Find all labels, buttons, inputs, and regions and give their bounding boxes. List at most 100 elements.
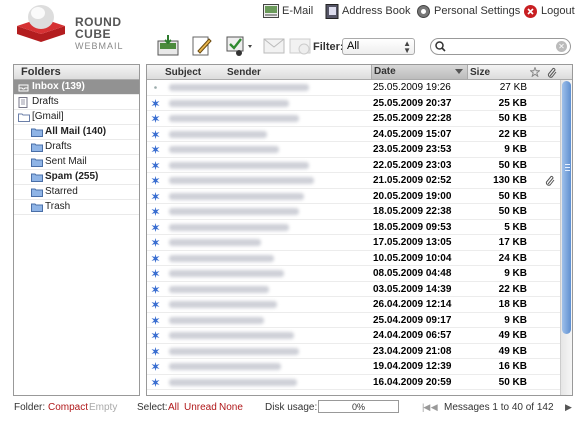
blurred-subject-sender (169, 177, 314, 184)
column-date[interactable]: Date (371, 65, 468, 79)
pager-back-icons[interactable]: |◀ ◀ (422, 402, 438, 413)
unread-status-icon[interactable] (151, 346, 160, 356)
flag-column-icon[interactable] (530, 67, 540, 77)
unread-status-icon[interactable] (151, 222, 160, 232)
unread-status-icon[interactable] (151, 176, 160, 185)
folder-gmail-drafts[interactable]: Drafts (14, 140, 139, 155)
disk-usage-label: Disk usage: (265, 402, 318, 413)
unread-status-icon[interactable] (151, 207, 160, 216)
blurred-subject-sender (169, 146, 279, 153)
table-row[interactable]: 26.04.2009 12:14 18 KB (147, 297, 572, 313)
select-unread-link[interactable]: Unread (184, 402, 217, 413)
unread-status-icon[interactable] (151, 191, 160, 201)
nav-addressbook-link[interactable]: Address Book (325, 2, 410, 20)
table-row[interactable]: 25.05.2009 19:26 27 KB (147, 80, 572, 96)
forward-button[interactable] (286, 33, 314, 59)
table-row[interactable]: 25.05.2009 20:37 25 KB (147, 96, 572, 111)
folder-spam[interactable]: Spam (255) (14, 170, 139, 185)
unread-status-icon[interactable] (151, 300, 160, 309)
row-size: 49 KB (498, 330, 527, 341)
row-size: 25 KB (498, 97, 527, 109)
pager-forward-icons[interactable]: ▶ (565, 402, 572, 413)
nav-settings-link[interactable]: Personal Settings (416, 2, 520, 20)
folder-label: Trash (45, 201, 71, 212)
folder-label: Spam (255) (45, 171, 99, 182)
select-all-link[interactable]: All (168, 402, 179, 413)
message-list-scrollbar[interactable] (560, 80, 572, 395)
unread-status-icon[interactable] (151, 114, 160, 123)
unread-status-icon[interactable] (151, 253, 160, 263)
column-size[interactable]: Size (470, 67, 490, 78)
unread-status-icon[interactable] (151, 284, 160, 294)
table-row[interactable]: 17.05.2009 13:05 17 KB (147, 235, 572, 251)
folder-icon (31, 143, 43, 152)
table-row[interactable]: 20.05.2009 19:00 50 KB (147, 189, 572, 204)
unread-status-icon[interactable] (151, 129, 160, 139)
folder-label: Drafts (45, 141, 72, 152)
table-row[interactable]: 25.04.2009 09:17 9 KB (147, 313, 572, 328)
folder-gmail[interactable]: [Gmail] (14, 110, 139, 125)
unread-status-icon[interactable] (151, 145, 160, 154)
row-date: 23.05.2009 23:53 (373, 144, 452, 155)
mark-menu-button[interactable] (223, 33, 257, 59)
unread-status-icon[interactable] (151, 315, 160, 325)
column-subject[interactable]: Subject (165, 67, 201, 78)
row-size: 50 KB (498, 376, 527, 388)
clear-search-icon[interactable]: ✕ (556, 41, 567, 52)
table-row[interactable]: 22.05.2009 23:03 50 KB (147, 158, 572, 173)
folder-list: Folders Inbox (139) Drafts [Gmail] All M… (13, 64, 140, 396)
folder-label: All Mail (140) (45, 126, 107, 137)
check-mail-button[interactable] (154, 33, 182, 59)
row-date: 24.05.2009 15:07 (373, 128, 452, 140)
table-row[interactable]: 18.05.2009 09:53 5 KB (147, 220, 572, 235)
attachment-column-icon[interactable] (547, 67, 557, 78)
unread-status-icon[interactable] (151, 98, 160, 108)
select-none-link[interactable]: None (219, 402, 243, 413)
table-row[interactable]: 18.05.2009 22:38 50 KB (147, 204, 572, 220)
folder-all-mail[interactable]: All Mail (140) (14, 125, 139, 140)
select-arrows-icon: ▲ ▼ (403, 39, 411, 55)
column-sender[interactable]: Sender (227, 67, 261, 78)
nav-logout-link[interactable]: Logout (523, 2, 575, 20)
nav-email-link[interactable]: E-Mail (263, 2, 313, 20)
table-row[interactable]: 03.05.2009 14:39 22 KB (147, 282, 572, 297)
table-row[interactable]: 08.05.2009 04:48 9 KB (147, 266, 572, 282)
unread-status-icon[interactable] (151, 331, 160, 340)
table-row[interactable]: 24.05.2009 15:07 22 KB (147, 127, 572, 142)
unread-status-icon[interactable] (151, 160, 160, 170)
table-row[interactable]: 25.05.2009 22:28 50 KB (147, 111, 572, 127)
folder-starred[interactable]: Starred (14, 185, 139, 200)
reply-button[interactable] (260, 33, 288, 59)
scrollbar-thumb[interactable] (562, 81, 571, 334)
folder-inbox[interactable]: Inbox (139) (14, 80, 139, 95)
table-row[interactable]: 23.05.2009 23:53 9 KB (147, 142, 572, 158)
scroll-grip (565, 167, 570, 168)
folder-drafts[interactable]: Drafts (14, 95, 139, 110)
table-row[interactable]: 19.04.2009 12:39 16 KB (147, 359, 572, 375)
folder-label: Starred (45, 186, 78, 197)
filter-select[interactable]: All ▲ ▼ (342, 38, 415, 55)
table-row[interactable]: 23.04.2009 21:08 49 KB (147, 344, 572, 359)
compose-icon (192, 36, 212, 56)
roundcube-window: ROUND CUBE WEBMAIL E-Mail Address Book P… (0, 0, 580, 427)
empty-link[interactable]: Empty (89, 402, 117, 413)
folder-trash[interactable]: Trash (14, 200, 139, 215)
unread-status-icon[interactable] (151, 238, 160, 247)
compact-link[interactable]: Compact (48, 402, 88, 413)
unread-status-icon[interactable] (151, 377, 160, 387)
row-size: 17 KB (498, 237, 527, 248)
table-row[interactable]: 24.04.2009 06:57 49 KB (147, 328, 572, 344)
read-status-icon[interactable] (151, 83, 160, 92)
search-input[interactable]: ✕ (430, 38, 571, 55)
unread-status-icon[interactable] (151, 362, 160, 371)
compose-button[interactable] (188, 33, 216, 59)
folder-icon (18, 113, 30, 122)
nav-logout-label: Logout (541, 5, 575, 17)
disk-usage-bar: 0% (318, 400, 399, 413)
roundcube-logo: ROUND CUBE WEBMAIL (13, 4, 123, 51)
table-row[interactable]: 10.05.2009 10:04 24 KB (147, 251, 572, 266)
table-row[interactable]: 16.04.2009 20:59 50 KB (147, 375, 572, 390)
unread-status-icon[interactable] (151, 269, 160, 278)
table-row[interactable]: 21.05.2009 02:52 130 KB (147, 173, 572, 189)
folder-sent-mail[interactable]: Sent Mail (14, 155, 139, 170)
